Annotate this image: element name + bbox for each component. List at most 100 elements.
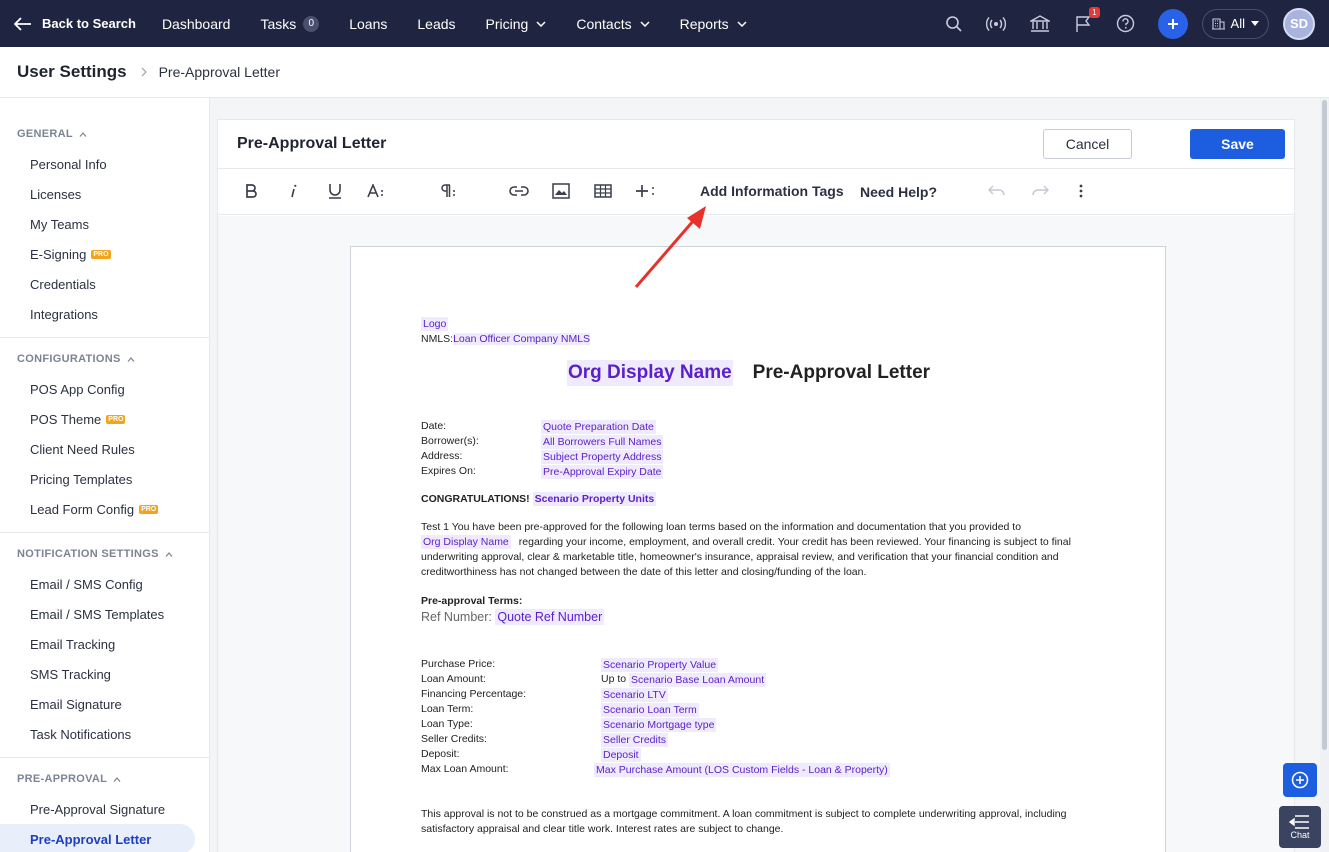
sidebar-item-label: POS App Config: [30, 381, 125, 397]
sidebar-item-pre-approval-letter[interactable]: Pre-Approval Letter: [0, 824, 195, 852]
sidebar-item-label: POS Theme: [30, 411, 102, 427]
term-tag[interactable]: Max Purchase Amount (LOS Custom Fields -…: [594, 763, 890, 777]
term-tag[interactable]: Scenario Property Value: [601, 658, 719, 672]
sidebar-item-client-need-rules[interactable]: Client Need Rules: [0, 434, 209, 464]
sidebar-item-lead-form-config[interactable]: Lead Form Config PRO: [0, 494, 209, 524]
add-information-tags-button[interactable]: Add Information Tags: [700, 183, 844, 199]
scrollbar-thumb[interactable]: [1322, 100, 1327, 750]
section-notification-settings[interactable]: NOTIFICATION SETTINGS: [0, 539, 209, 569]
nav-leads[interactable]: Leads: [417, 16, 455, 32]
more-icon[interactable]: [1072, 180, 1090, 202]
letter-document[interactable]: Logo NMLS:Loan Officer Company NMLS Org …: [350, 246, 1166, 852]
sidebar-item-email-sms-templates[interactable]: Email / SMS Templates: [0, 599, 209, 629]
sidebar-item-credentials[interactable]: Credentials: [0, 269, 209, 299]
term-row: Financing Percentage: Scenario LTV: [421, 688, 668, 702]
paragraph-icon[interactable]: [437, 180, 459, 202]
sidebar-item-label: E-Signing: [30, 246, 87, 262]
term-tag[interactable]: Seller Credits: [601, 733, 669, 747]
chat-button[interactable]: Chat: [1279, 806, 1321, 848]
underline-icon[interactable]: [325, 180, 345, 202]
link-icon[interactable]: [508, 180, 530, 202]
info-tag[interactable]: Quote Preparation Date: [541, 420, 656, 434]
nav-contacts[interactable]: Contacts: [576, 16, 650, 32]
chevron-right-icon: [141, 65, 147, 80]
nav-tasks[interactable]: Tasks 0: [260, 15, 320, 32]
sidebar-item-pricing-templates[interactable]: Pricing Templates: [0, 464, 209, 494]
ref-number-tag[interactable]: Quote Ref Number: [495, 609, 605, 625]
need-help-link[interactable]: Need Help?: [860, 184, 937, 200]
sidebar-item-personal-info[interactable]: Personal Info: [0, 149, 209, 179]
cancel-button[interactable]: Cancel: [1043, 129, 1132, 159]
broadcast-icon[interactable]: [984, 12, 1008, 36]
section-pre-approval[interactable]: PRE-APPROVAL: [0, 764, 209, 794]
term-tag[interactable]: Scenario Base Loan Amount: [629, 673, 767, 687]
org-display-name-inline-tag[interactable]: Org Display Name: [421, 535, 511, 549]
info-tag[interactable]: All Borrowers Full Names: [541, 435, 664, 449]
sidebar-item-email-signature[interactable]: Email Signature: [0, 689, 209, 719]
font-size-icon[interactable]: [366, 180, 388, 202]
section-configurations[interactable]: CONFIGURATIONS: [0, 344, 209, 374]
term-tag[interactable]: Deposit: [601, 748, 641, 762]
quick-add-button[interactable]: [1283, 763, 1317, 797]
sidebar-item-label: Credentials: [30, 276, 96, 292]
sidebar-item-pre-approval-signature[interactable]: Pre-Approval Signature: [0, 794, 209, 824]
breadcrumb-root[interactable]: User Settings: [17, 62, 127, 82]
sidebar-item-licenses[interactable]: Licenses: [0, 179, 209, 209]
org-display-name-tag[interactable]: Org Display Name: [567, 360, 733, 386]
chevron-down-icon: [737, 20, 747, 27]
search-icon[interactable]: [942, 12, 966, 36]
logo-tag[interactable]: Logo: [421, 317, 449, 331]
avatar[interactable]: SD: [1283, 7, 1315, 40]
sidebar-item-task-notifications[interactable]: Task Notifications: [0, 719, 209, 749]
body-line: creditworthiness has not changed between…: [421, 566, 867, 578]
sidebar-item-integrations[interactable]: Integrations: [0, 299, 209, 329]
term-tag[interactable]: Scenario Loan Term: [601, 703, 699, 717]
sidebar-item-label: Email Signature: [30, 696, 122, 712]
sidebar-item-label: Email Tracking: [30, 636, 116, 652]
building-icon: [1211, 18, 1225, 30]
nav-pricing[interactable]: Pricing: [486, 16, 547, 32]
page-scrollbar[interactable]: [1320, 98, 1329, 852]
back-to-search-link[interactable]: Back to Search: [14, 16, 136, 31]
editor-canvas[interactable]: Logo NMLS:Loan Officer Company NMLS Org …: [218, 216, 1294, 852]
tasks-count-badge: 0: [303, 15, 320, 32]
nav-reports[interactable]: Reports: [680, 16, 747, 32]
notification-badge: 1: [1089, 6, 1100, 18]
nmls-tag[interactable]: Loan Officer Company NMLS: [453, 333, 591, 345]
sidebar-item-sms-tracking[interactable]: SMS Tracking: [0, 659, 209, 689]
insert-icon[interactable]: [634, 180, 658, 202]
save-button[interactable]: Save: [1190, 129, 1285, 159]
sidebar-item-pos-app-config[interactable]: POS App Config: [0, 374, 209, 404]
italic-icon[interactable]: [284, 180, 302, 202]
property-units-tag[interactable]: Scenario Property Units: [532, 492, 657, 506]
sidebar-item-e-signing[interactable]: E-Signing PRO: [0, 239, 209, 269]
undo-icon[interactable]: [987, 180, 1007, 202]
sidebar-item-email-sms-config[interactable]: Email / SMS Config: [0, 569, 209, 599]
info-tag[interactable]: Pre-Approval Expiry Date: [541, 465, 664, 479]
term-tag[interactable]: Scenario LTV: [601, 688, 668, 702]
term-label: Purchase Price:: [421, 658, 496, 670]
nav-loans[interactable]: Loans: [349, 16, 387, 32]
nav-menu: Dashboard Tasks 0 Loans Leads Pricing Con…: [162, 15, 777, 32]
nav-dashboard[interactable]: Dashboard: [162, 16, 231, 32]
flag-icon[interactable]: 1: [1072, 6, 1100, 36]
info-tag[interactable]: Subject Property Address: [541, 450, 664, 464]
scope-selector[interactable]: All: [1201, 8, 1269, 39]
image-icon[interactable]: [550, 180, 572, 202]
redo-icon[interactable]: [1030, 180, 1050, 202]
term-tag[interactable]: Scenario Mortgage type: [601, 718, 717, 732]
chevron-up-icon: [127, 356, 135, 362]
sidebar-item-pos-theme[interactable]: POS Theme PRO: [0, 404, 209, 434]
term-label: Seller Credits:: [421, 733, 487, 745]
bank-icon[interactable]: [1028, 12, 1052, 36]
term-row: Deposit: Deposit: [421, 748, 641, 762]
section-general[interactable]: GENERAL: [0, 119, 209, 149]
help-icon[interactable]: [1114, 12, 1138, 36]
body-line: underwriting approval, clear & marketabl…: [421, 551, 1059, 563]
section-title: GENERAL: [17, 128, 73, 140]
sidebar-item-email-tracking[interactable]: Email Tracking: [0, 629, 209, 659]
bold-icon[interactable]: [242, 180, 260, 202]
sidebar-item-my-teams[interactable]: My Teams: [0, 209, 209, 239]
create-new-button[interactable]: [1157, 8, 1188, 39]
table-icon[interactable]: [592, 180, 614, 202]
